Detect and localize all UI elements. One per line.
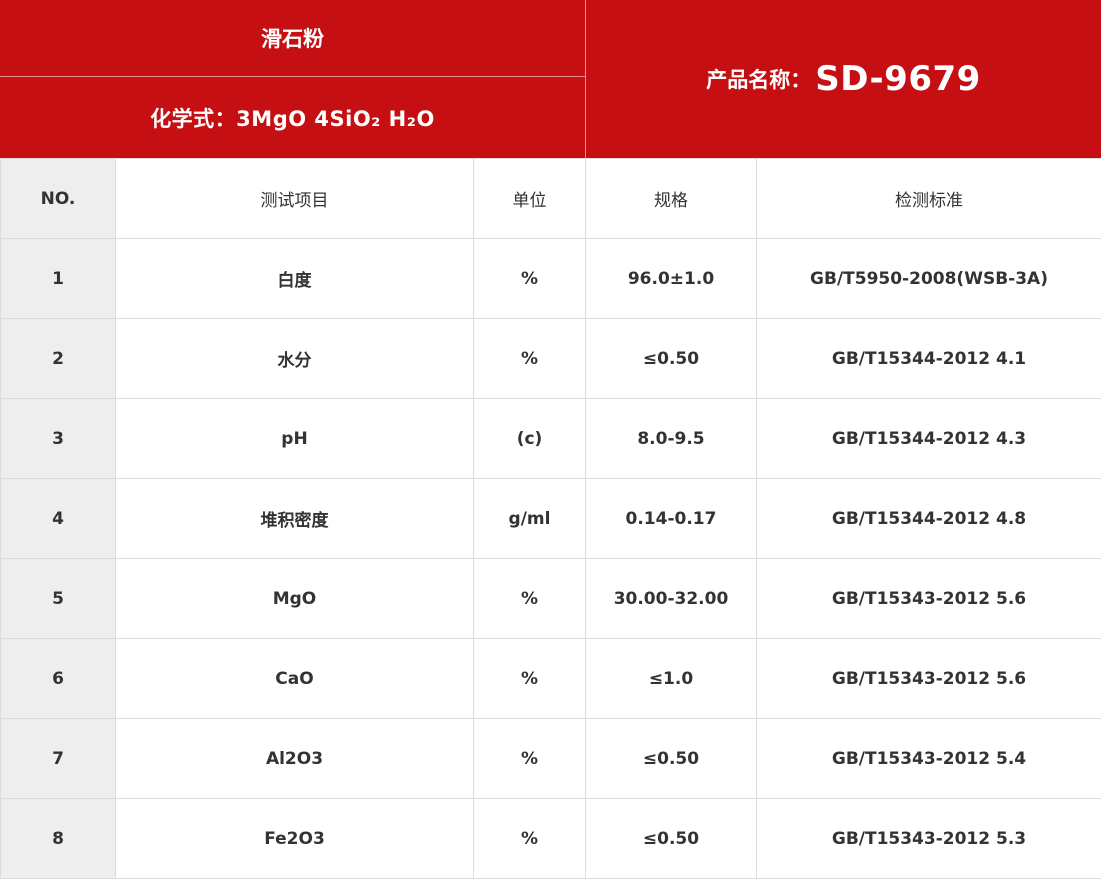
table-row: 8 Fe2O3 % ≤0.50 GB/T15343-2012 5.3 — [1, 799, 1101, 879]
row-spec: ≤0.50 — [586, 799, 757, 879]
row-spec: ≤1.0 — [586, 639, 757, 719]
table-row: 2 水分 % ≤0.50 GB/T15344-2012 4.1 — [1, 319, 1101, 399]
row-spec: 96.0±1.0 — [586, 239, 757, 319]
table-row: 6 CaO % ≤1.0 GB/T15343-2012 5.6 — [1, 639, 1101, 719]
row-item: MgO — [116, 559, 474, 639]
row-spec: ≤0.50 — [586, 719, 757, 799]
header-standard: 检测标准 — [757, 159, 1101, 239]
header-test-item: 测试项目 — [116, 159, 474, 239]
row-unit: g/ml — [474, 479, 586, 559]
row-spec: ≤0.50 — [586, 319, 757, 399]
row-no: 8 — [1, 799, 116, 879]
chemical-formula: 化学式：3MgO 4SiO₂ H₂O — [0, 77, 585, 158]
row-no: 6 — [1, 639, 116, 719]
row-unit: % — [474, 559, 586, 639]
row-standard: GB/T5950-2008(WSB-3A) — [757, 239, 1101, 319]
row-standard: GB/T15343-2012 5.4 — [757, 719, 1101, 799]
row-item: 白度 — [116, 239, 474, 319]
row-item: 堆积密度 — [116, 479, 474, 559]
row-unit: % — [474, 799, 586, 879]
row-unit: % — [474, 239, 586, 319]
header-unit: 单位 — [474, 159, 586, 239]
product-code: SD-9679 — [815, 59, 981, 99]
header-no: NO. — [1, 159, 116, 239]
material-name: 滑石粉 — [0, 0, 585, 77]
spec-table: NO. 测试项目 单位 规格 检测标准 1 白度 % 96.0±1.0 GB/T… — [0, 158, 1101, 879]
product-header: 滑石粉 化学式：3MgO 4SiO₂ H₂O 产品名称： SD-9679 — [0, 0, 1101, 158]
row-no: 2 — [1, 319, 116, 399]
table-row: 4 堆积密度 g/ml 0.14-0.17 GB/T15344-2012 4.8 — [1, 479, 1101, 559]
row-standard: GB/T15344-2012 4.1 — [757, 319, 1101, 399]
table-row: 1 白度 % 96.0±1.0 GB/T5950-2008(WSB-3A) — [1, 239, 1101, 319]
row-standard: GB/T15343-2012 5.6 — [757, 639, 1101, 719]
header-spec: 规格 — [586, 159, 757, 239]
row-no: 7 — [1, 719, 116, 799]
row-unit: % — [474, 319, 586, 399]
row-unit: % — [474, 719, 586, 799]
row-spec: 0.14-0.17 — [586, 479, 757, 559]
row-unit: % — [474, 639, 586, 719]
row-item: pH — [116, 399, 474, 479]
row-item: Fe2O3 — [116, 799, 474, 879]
row-no: 4 — [1, 479, 116, 559]
material-info: 滑石粉 化学式：3MgO 4SiO₂ H₂O — [0, 0, 585, 158]
row-spec: 8.0-9.5 — [586, 399, 757, 479]
row-item: 水分 — [116, 319, 474, 399]
product-name-label: 产品名称： — [706, 64, 811, 94]
row-standard: GB/T15344-2012 4.8 — [757, 479, 1101, 559]
row-spec: 30.00-32.00 — [586, 559, 757, 639]
product-name: 产品名称： SD-9679 — [585, 0, 1101, 158]
row-item: Al2O3 — [116, 719, 474, 799]
row-no: 5 — [1, 559, 116, 639]
table-row: 3 pH (c) 8.0-9.5 GB/T15344-2012 4.3 — [1, 399, 1101, 479]
table-row: 5 MgO % 30.00-32.00 GB/T15343-2012 5.6 — [1, 559, 1101, 639]
table-row: 7 Al2O3 % ≤0.50 GB/T15343-2012 5.4 — [1, 719, 1101, 799]
row-item: CaO — [116, 639, 474, 719]
row-standard: GB/T15343-2012 5.3 — [757, 799, 1101, 879]
row-standard: GB/T15343-2012 5.6 — [757, 559, 1101, 639]
row-no: 1 — [1, 239, 116, 319]
row-no: 3 — [1, 399, 116, 479]
row-unit: (c) — [474, 399, 586, 479]
table-header-row: NO. 测试项目 单位 规格 检测标准 — [1, 159, 1101, 239]
row-standard: GB/T15344-2012 4.3 — [757, 399, 1101, 479]
